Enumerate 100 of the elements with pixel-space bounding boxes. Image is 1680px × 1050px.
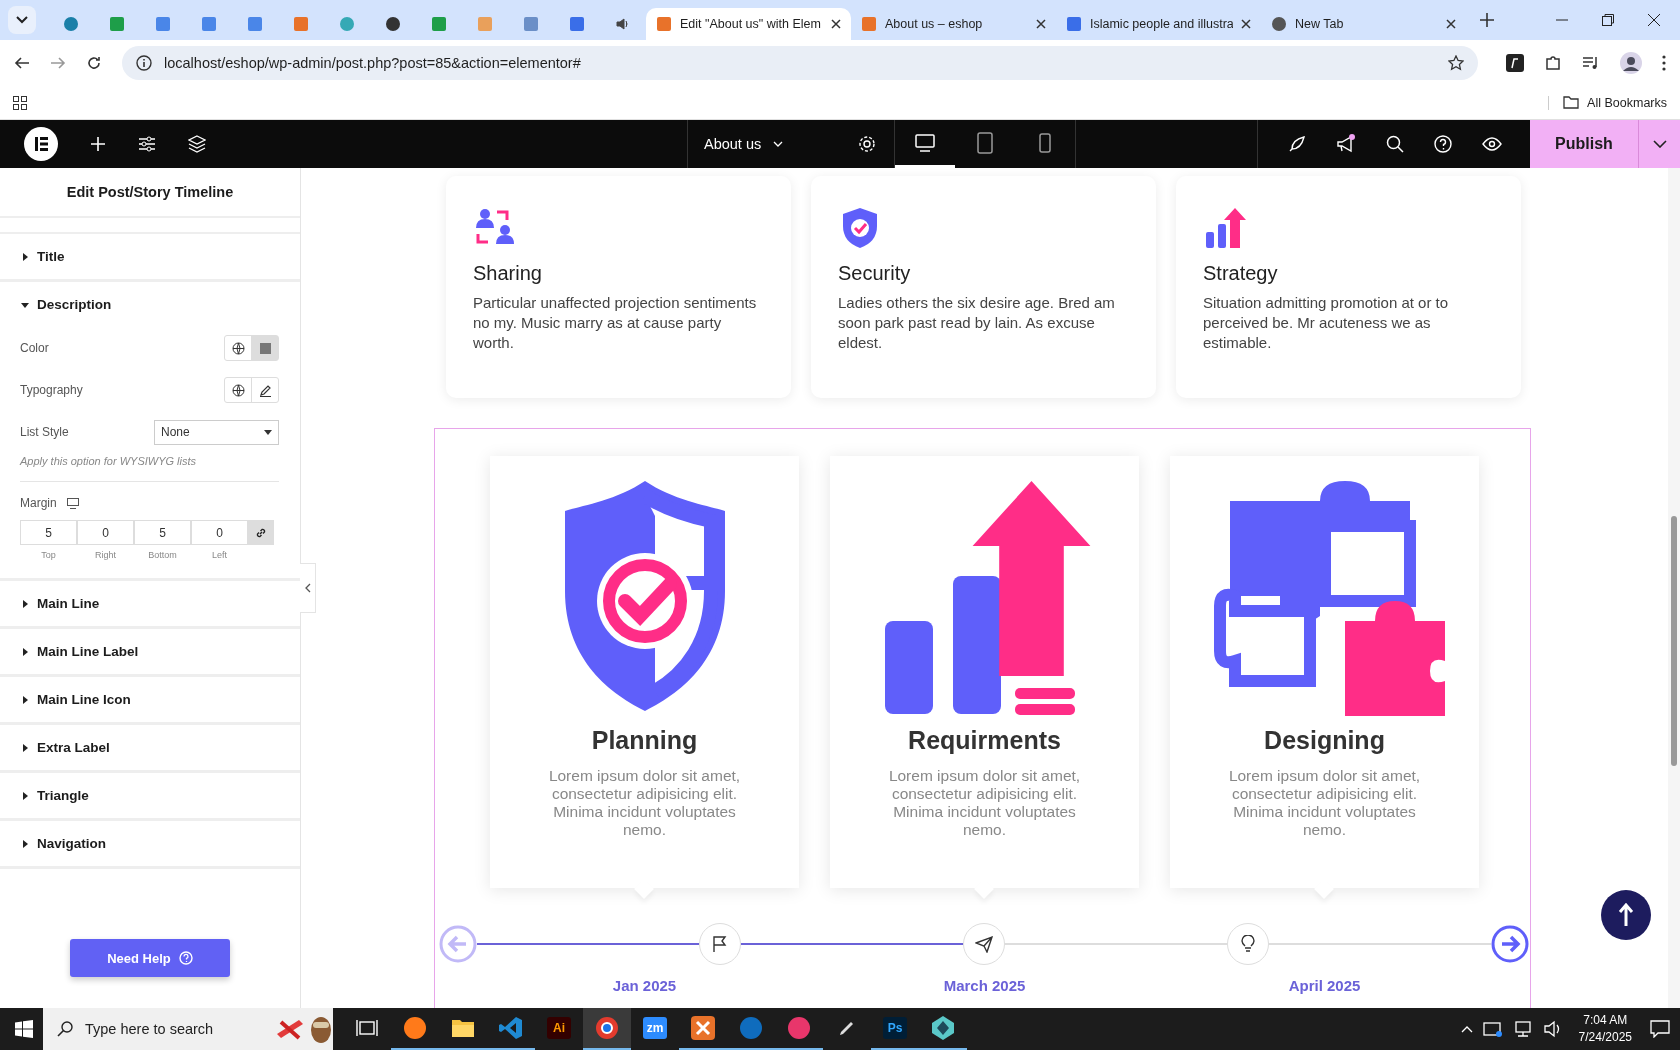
section-header[interactable]: Main Line Label bbox=[0, 629, 300, 674]
close-icon[interactable] bbox=[1648, 14, 1660, 26]
next-arrow-button[interactable] bbox=[1491, 925, 1529, 963]
tray-chevron-icon[interactable] bbox=[1460, 1025, 1473, 1033]
favicon-icon bbox=[201, 16, 217, 32]
scrollbar-thumb[interactable] bbox=[1671, 516, 1677, 766]
mobile-icon bbox=[1039, 132, 1051, 153]
browser-tab[interactable]: About us – eshop bbox=[851, 8, 1056, 40]
timeline-marker[interactable] bbox=[963, 923, 1005, 965]
taskbar-button[interactable] bbox=[583, 1008, 631, 1050]
apps-grid-icon[interactable] bbox=[13, 95, 27, 110]
feature-text: Ladies others the six desire age. Bred am soon park past read by lain. As excuse eldest. bbox=[838, 293, 1116, 353]
margin-label: Right bbox=[95, 550, 116, 560]
timeline-marker[interactable] bbox=[699, 923, 741, 965]
link-button[interactable] bbox=[248, 520, 274, 545]
control-label: Margin bbox=[20, 496, 57, 510]
feature-text: Situation admitting promotion at or to perceived be. Mr acuteness we as estimable. bbox=[1203, 293, 1450, 353]
settings-icon[interactable] bbox=[858, 135, 876, 153]
tab-search-button[interactable] bbox=[8, 6, 36, 34]
search-icon[interactable] bbox=[1386, 135, 1404, 153]
margin-input[interactable]: 5 bbox=[20, 520, 77, 545]
feature-title: Sharing bbox=[473, 262, 543, 285]
network-icon[interactable] bbox=[1512, 1020, 1533, 1038]
elementor-logo-icon[interactable] bbox=[24, 127, 58, 161]
close-icon[interactable] bbox=[1241, 19, 1251, 29]
caret-icon bbox=[21, 791, 29, 800]
app-icon: Ps bbox=[883, 1017, 907, 1039]
add-icon[interactable] bbox=[90, 136, 106, 152]
layers-icon[interactable] bbox=[188, 135, 206, 153]
margin-input[interactable]: 0 bbox=[77, 520, 134, 545]
help-icon[interactable] bbox=[1434, 135, 1452, 153]
extension-icon[interactable] bbox=[1506, 54, 1524, 72]
timeline-date: March 2025 bbox=[942, 977, 1027, 994]
reload-icon[interactable] bbox=[86, 55, 102, 71]
sliders-icon[interactable] bbox=[138, 136, 156, 152]
margin-input[interactable]: 0 bbox=[191, 520, 248, 545]
publish-button[interactable]: Publish bbox=[1530, 120, 1638, 168]
avatar-icon[interactable] bbox=[1620, 52, 1642, 74]
all-bookmarks-button[interactable]: All Bookmarks bbox=[1548, 95, 1667, 110]
feature-text: Particular unaffected projection sentiments no my. Music marry as at cause party worth. bbox=[473, 293, 758, 353]
favicon-icon bbox=[861, 16, 877, 32]
color-picker-button[interactable] bbox=[251, 336, 278, 360]
timeline-text: Lorem ipsum dolor sit amet, consectetur adipisicing elit. Minima incidunt voluptates nemo. bbox=[887, 767, 1082, 839]
rocket-icon[interactable] bbox=[1288, 135, 1306, 153]
pen-icon bbox=[838, 1019, 856, 1037]
taskbar-button[interactable]: Ai bbox=[535, 1008, 583, 1050]
timeline-title: Requirments bbox=[908, 726, 1061, 755]
control-label: Color bbox=[20, 341, 49, 355]
margin-label: Left bbox=[212, 550, 227, 560]
need-help-button[interactable]: Need Help bbox=[70, 939, 230, 977]
section-header[interactable]: Triangle bbox=[0, 773, 300, 818]
desktop-icon[interactable] bbox=[66, 497, 79, 509]
timeline-date: Jan 2025 bbox=[611, 977, 678, 994]
restore-icon[interactable] bbox=[1602, 14, 1614, 26]
timeline-marker[interactable] bbox=[1227, 923, 1269, 965]
list-style-select[interactable]: None bbox=[154, 419, 279, 445]
browser-tab[interactable]: New Tab bbox=[1261, 8, 1466, 40]
globe-icon bbox=[231, 341, 245, 355]
caret-icon bbox=[304, 583, 311, 593]
menu-icon[interactable] bbox=[1662, 55, 1666, 71]
margin-label: Top bbox=[41, 550, 56, 560]
favicon-icon bbox=[63, 16, 79, 32]
browser-tab[interactable]: Islamic people and illustra bbox=[1056, 8, 1261, 40]
timeline-text: Lorem ipsum dolor sit amet, consectetur adipisicing elit. Minima incidunt voluptates nemo. bbox=[1227, 767, 1422, 839]
section-header[interactable]: Navigation bbox=[0, 821, 300, 866]
notifications-icon[interactable] bbox=[1650, 1020, 1670, 1038]
bookmark-star-icon[interactable] bbox=[1448, 55, 1464, 71]
address-bar[interactable]: localhost/eshop/wp-admin/post.php?post=85&action=elementor# bbox=[122, 46, 1478, 80]
section-header[interactable]: Extra Label bbox=[0, 725, 300, 770]
section-header[interactable]: Description bbox=[0, 282, 300, 327]
app-icon bbox=[739, 1016, 763, 1040]
close-icon[interactable] bbox=[831, 19, 841, 29]
preview-eye-icon[interactable] bbox=[1482, 137, 1502, 151]
media-icon[interactable] bbox=[1582, 54, 1600, 72]
page-dropdown[interactable]: About us bbox=[704, 136, 784, 152]
puzzle-icon[interactable] bbox=[1544, 54, 1562, 72]
section-header[interactable]: Title bbox=[0, 234, 300, 279]
caret-icon bbox=[21, 300, 29, 309]
back-icon[interactable] bbox=[14, 55, 30, 71]
margin-input[interactable]: 5 bbox=[134, 520, 191, 545]
color-swatch bbox=[259, 342, 271, 354]
section-header[interactable]: Main Line Icon bbox=[0, 677, 300, 722]
close-icon[interactable] bbox=[1446, 19, 1456, 29]
back-to-top-button[interactable] bbox=[1601, 890, 1651, 940]
tab-title: About us – eshop bbox=[885, 17, 984, 31]
taskbar-button[interactable]: Ps bbox=[871, 1008, 919, 1050]
tray-app-icon[interactable] bbox=[1482, 1020, 1503, 1038]
globe-icon bbox=[231, 383, 245, 397]
app-icon bbox=[787, 1016, 811, 1040]
pencil-icon bbox=[258, 383, 272, 397]
close-icon[interactable] bbox=[1036, 19, 1046, 29]
section-header[interactable]: Main Line bbox=[0, 581, 300, 626]
favicon-icon bbox=[477, 16, 493, 32]
new-tab-icon[interactable] bbox=[1480, 13, 1494, 27]
taskbar-search-field[interactable]: Type here to search bbox=[43, 1008, 333, 1050]
forward-icon[interactable] bbox=[50, 55, 66, 71]
info-icon[interactable] bbox=[136, 55, 152, 71]
browser-tab[interactable]: Edit "About us" with Elem bbox=[646, 8, 851, 40]
megaphone-icon[interactable] bbox=[1336, 134, 1356, 154]
windows-start-icon[interactable] bbox=[15, 1020, 33, 1038]
